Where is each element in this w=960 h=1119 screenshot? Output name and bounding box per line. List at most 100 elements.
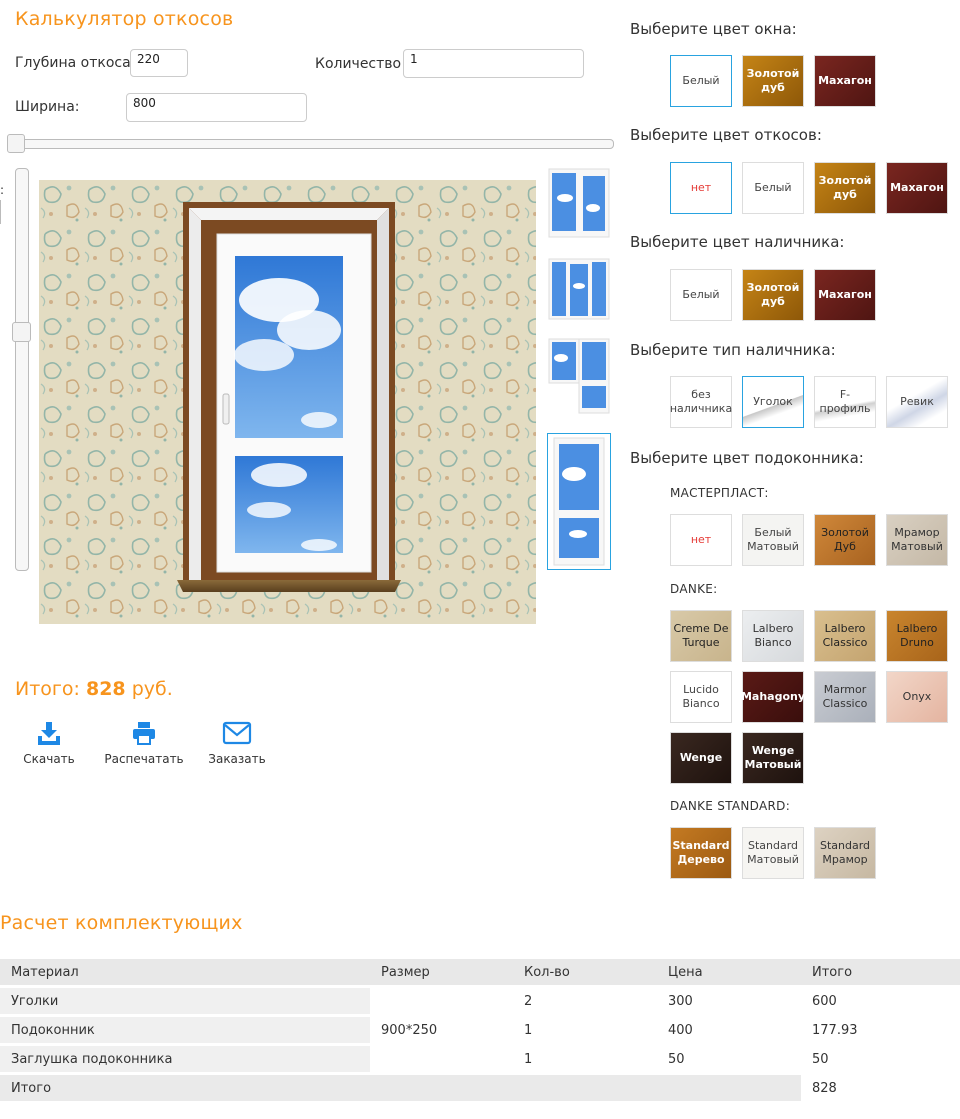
total-label: Итого: <box>15 678 80 700</box>
height-slider-track[interactable] <box>15 168 29 571</box>
total-price: Итого: 828 руб. <box>15 678 173 700</box>
trim-type-title: Выберите тип наличника: <box>630 341 836 359</box>
window-color-gold-oak[interactable]: Золотой дуб <box>742 55 804 107</box>
print-label: Распечатать <box>104 752 184 766</box>
trim-color-gold-oak[interactable]: Золотой дуб <box>742 269 804 321</box>
slope-color-white[interactable]: Белый <box>742 162 804 214</box>
cell-total: 50 <box>812 1051 829 1067</box>
trim-type-corner[interactable]: Уголок <box>742 376 804 428</box>
sill-danke-lalbero-bianco[interactable]: Lalbero Bianco <box>742 610 804 662</box>
layout-thumb-1[interactable] <box>547 168 611 238</box>
download-icon <box>38 722 60 745</box>
cell-size <box>370 988 513 1014</box>
download-label: Скачать <box>23 752 75 766</box>
sill-group-danke-standard: DANKE STANDARD: <box>670 799 791 813</box>
sill-danke-creme-de-turque[interactable]: Creme De Turque <box>670 610 732 662</box>
window-color-white[interactable]: Белый <box>670 55 732 107</box>
sill-masterplast-marble-matte[interactable]: Мрамор Матовый <box>886 514 948 566</box>
cell-total: 177.93 <box>812 1022 858 1038</box>
layout-thumb-1-image <box>548 168 610 238</box>
slope-color-none[interactable]: нет <box>670 162 732 214</box>
window-preview <box>39 180 536 624</box>
cell-qty: 1 <box>524 1051 533 1067</box>
width-slider-track[interactable] <box>8 139 614 149</box>
window-preview-illustration <box>39 180 536 624</box>
sill-danke-lucido-bianco[interactable]: Lucido Bianco <box>670 671 732 723</box>
total-value: 828 <box>85 678 126 700</box>
cell-size: 900*250 <box>381 1022 438 1038</box>
layout-thumb-2[interactable] <box>547 256 611 326</box>
height-label: : <box>0 183 5 197</box>
sill-danke-wenge[interactable]: Wenge <box>670 732 732 784</box>
sill-standard-wood[interactable]: Standard Дерево <box>670 827 732 879</box>
print-icon <box>133 722 155 745</box>
page-title: Калькулятор откосов <box>15 8 234 30</box>
sill-danke-lalbero-classico[interactable]: Lalbero Classico <box>814 610 876 662</box>
sill-standard-matte[interactable]: Standard Матовый <box>742 827 804 879</box>
parts-table: Материал Размер Кол-во Цена Итого Уголки… <box>0 956 960 1104</box>
slope-color-title: Выберите цвет откосов: <box>630 126 822 144</box>
table-row: Уголки 2 300 600 <box>0 988 960 1014</box>
parts-footer-row: Итого 828 <box>0 1075 960 1101</box>
width-label: Ширина: <box>15 99 80 115</box>
cell-qty: 1 <box>524 1022 533 1038</box>
cell-total: 600 <box>812 993 837 1009</box>
trim-color-white[interactable]: Белый <box>670 269 732 321</box>
sill-color-title: Выберите цвет подоконника: <box>630 449 864 467</box>
sill-masterplast-none[interactable]: нет <box>670 514 732 566</box>
table-row: Подоконник 900*250 1 400 177.93 <box>0 1017 960 1043</box>
sill-masterplast-white-matte[interactable]: Белый Матовый <box>742 514 804 566</box>
sill-danke-onyx[interactable]: Onyx <box>886 671 948 723</box>
sill-standard-marble[interactable]: Standard Мрамор <box>814 827 876 879</box>
print-button[interactable]: Распечатать <box>103 720 185 766</box>
cell-material: Уголки <box>0 988 370 1014</box>
layout-thumb-3-image <box>548 338 610 414</box>
trim-type-f-profile[interactable]: F-профиль <box>814 376 876 428</box>
trim-type-none[interactable]: без наличника <box>670 376 732 428</box>
window-color-mahogany[interactable]: Махагон <box>814 55 876 107</box>
sill-danke-marmor-classico[interactable]: Marmor Classico <box>814 671 876 723</box>
depth-label: Глубина откоса <box>15 55 131 71</box>
parts-header-total: Итого <box>801 959 960 985</box>
parts-header-size: Размер <box>370 959 513 985</box>
layout-thumb-4[interactable] <box>547 433 611 570</box>
order-label: Заказать <box>208 752 266 766</box>
order-button[interactable]: Заказать <box>206 720 268 766</box>
cell-price: 400 <box>668 1022 693 1038</box>
trim-color-mahogany[interactable]: Махагон <box>814 269 876 321</box>
mail-icon <box>222 721 252 745</box>
parts-header-qty: Кол-во <box>513 959 657 985</box>
sill-group-masterplast: МАСТЕРПЛАСТ: <box>670 486 769 500</box>
quantity-input[interactable]: 1 <box>403 49 584 78</box>
sill-danke-lalbero-druno[interactable]: Lalbero Druno <box>886 610 948 662</box>
sill-masterplast-gold-oak[interactable]: Золотой Дуб <box>814 514 876 566</box>
layout-thumb-3[interactable] <box>547 338 611 414</box>
depth-input[interactable]: 220 <box>130 49 188 77</box>
parts-header-material: Материал <box>0 959 370 985</box>
parts-header-price: Цена <box>657 959 801 985</box>
sill-group-danke: DANKE: <box>670 582 718 596</box>
trim-type-revik[interactable]: Ревик <box>886 376 948 428</box>
trim-color-title: Выберите цвет наличника: <box>630 233 845 251</box>
parts-header-row: Материал Размер Кол-во Цена Итого <box>0 959 960 985</box>
parts-title: Расчет комплектующих <box>0 912 243 934</box>
width-input[interactable]: 800 <box>126 93 307 122</box>
cell-material: Подоконник <box>0 1017 370 1043</box>
parts-footer-label: Итого <box>0 1075 801 1101</box>
slope-color-gold-oak[interactable]: Золотой дуб <box>814 162 876 214</box>
total-unit: руб. <box>131 678 173 700</box>
download-button[interactable]: Скачать <box>22 720 76 766</box>
table-row: Заглушка подоконника 1 50 50 <box>0 1046 960 1072</box>
quantity-label: Количество <box>315 56 402 72</box>
sill-danke-mahagony[interactable]: Mahagony <box>741 671 805 723</box>
height-slider-handle[interactable] <box>12 322 31 342</box>
cell-price: 300 <box>668 993 693 1009</box>
window-color-title: Выберите цвет окна: <box>630 20 797 38</box>
slope-color-mahogany[interactable]: Махагон <box>886 162 948 214</box>
width-slider-handle[interactable] <box>7 134 25 153</box>
cell-material: Заглушка подоконника <box>0 1046 370 1072</box>
cell-qty: 2 <box>524 993 533 1009</box>
layout-thumb-4-image <box>553 437 605 566</box>
height-input-edge <box>0 200 1 224</box>
sill-danke-wenge-matte[interactable]: Wenge Матовый <box>742 732 804 784</box>
